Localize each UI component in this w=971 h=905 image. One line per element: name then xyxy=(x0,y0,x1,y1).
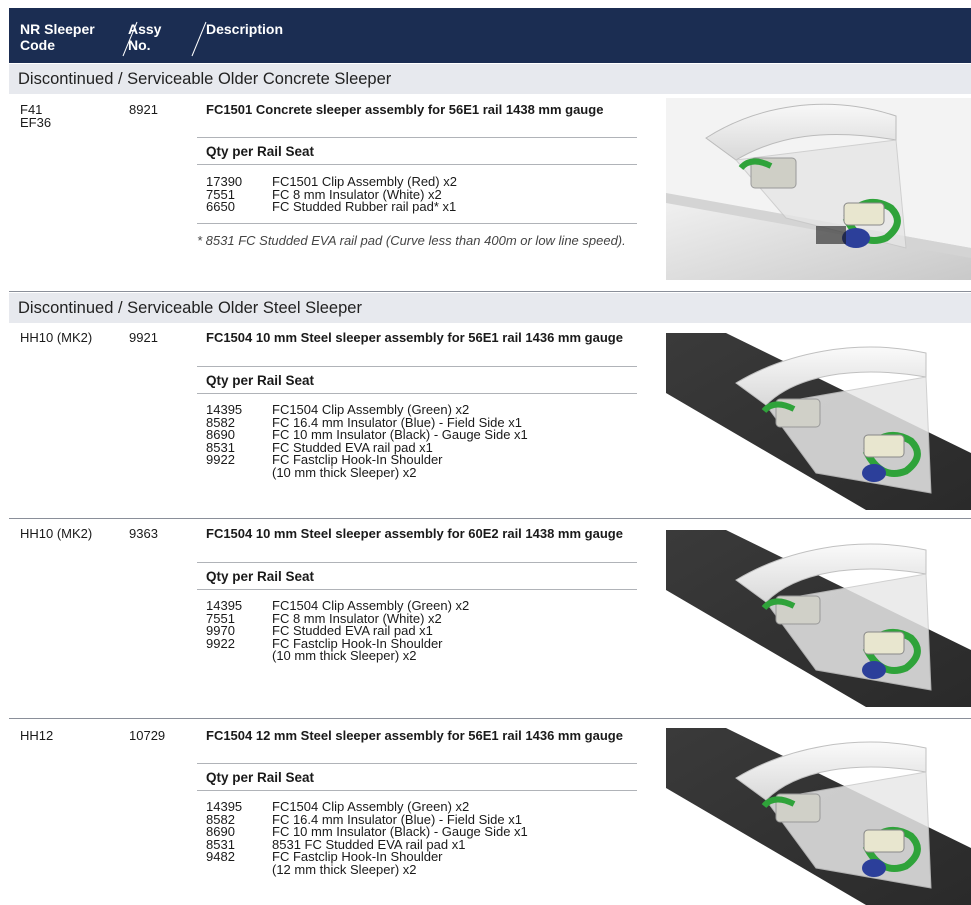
list-item: 9922 FC Fastclip Hook-In Shoulder (10 mm … xyxy=(206,452,528,480)
row-divider xyxy=(9,518,971,519)
parts-list: 17390 FC1501 Clip Assembly (Red) x2 7551 F… xyxy=(206,175,457,214)
part-description: FC Studded Rubber rail pad* x1 xyxy=(272,199,457,214)
steel-sleeper-image xyxy=(666,530,971,707)
qty-label: Qty per Rail Seat xyxy=(206,569,315,584)
part-description: FC Fastclip Hook-In Shoulder (10 mm thic… xyxy=(272,452,443,480)
header-description: Description xyxy=(206,21,284,37)
part-number: 9922 xyxy=(206,635,235,651)
steel-sleeper-image xyxy=(666,333,971,510)
qty-header: Qty per Rail Seat xyxy=(197,562,637,590)
part-description: FC Fastclip Hook-In Shoulder (10 mm thic… xyxy=(272,635,443,663)
part-number: 6650 xyxy=(206,199,235,214)
assembly-title: FC1504 12 mm Steel sleeper assembly for … xyxy=(206,728,623,743)
row-divider xyxy=(9,718,971,719)
qty-header: Qty per Rail Seat xyxy=(197,137,637,165)
section-steel: Discontinued / Serviceable Older Steel S… xyxy=(9,293,971,323)
row-divider xyxy=(9,291,971,292)
assy-number: 8921 xyxy=(129,102,158,117)
steel-sleeper-image xyxy=(666,728,971,905)
assy-number: 10729 xyxy=(129,728,166,743)
assy-number: 9363 xyxy=(129,526,158,541)
section-label: Discontinued / Serviceable Older Concret… xyxy=(18,70,392,88)
part-description: FC Fastclip Hook-In Shoulder (12 mm thic… xyxy=(272,849,443,877)
table-header: NR Sleeper Code Assy No. Description xyxy=(9,8,971,63)
list-item: 6650 FC Studded Rubber rail pad* x1 xyxy=(206,199,457,214)
sleeper-code: F41 EF36 xyxy=(20,102,52,130)
footnote-text: * 8531 FC Studded EVA rail pad (Curve le… xyxy=(197,233,626,248)
section-label: Discontinued / Serviceable Older Steel S… xyxy=(18,299,362,317)
header-assy-no: Assy No. xyxy=(128,21,162,53)
assembly-title: FC1504 10 mm Steel sleeper assembly for … xyxy=(206,526,623,541)
header-sleeper-code: NR Sleeper Code xyxy=(20,21,95,53)
parts-list: 14395 FC1504 Clip Assembly (Green) x2 858… xyxy=(206,800,528,877)
assembly-title: FC1501 Concrete sleeper assembly for 56E… xyxy=(206,102,604,117)
qty-header: Qty per Rail Seat xyxy=(197,366,637,394)
sleeper-code: HH10 (MK2) xyxy=(20,526,93,541)
list-item: 9922 FC Fastclip Hook-In Shoulder (10 mm … xyxy=(206,635,469,663)
parts-list: 14395 FC1504 Clip Assembly (Green) x2 858… xyxy=(206,403,528,480)
parts-list: 14395 FC1504 Clip Assembly (Green) x2 755… xyxy=(206,599,469,663)
footnote: * 8531 FC Studded EVA rail pad (Curve le… xyxy=(197,223,637,248)
section-concrete: Discontinued / Serviceable Older Concret… xyxy=(9,64,971,94)
assembly-title: FC1504 10 mm Steel sleeper assembly for … xyxy=(206,330,623,345)
list-item: 9482 FC Fastclip Hook-In Shoulder (12 mm … xyxy=(206,849,528,877)
part-number: 9922 xyxy=(206,452,235,467)
qty-label: Qty per Rail Seat xyxy=(206,144,315,159)
assy-number: 9921 xyxy=(129,330,158,345)
sleeper-code: HH10 (MK2) xyxy=(20,330,93,345)
sleeper-code: HH12 xyxy=(20,728,54,743)
qty-header: Qty per Rail Seat xyxy=(197,763,637,791)
qty-label: Qty per Rail Seat xyxy=(206,373,315,388)
part-number: 9482 xyxy=(206,849,235,864)
qty-label: Qty per Rail Seat xyxy=(206,770,315,785)
concrete-sleeper-image xyxy=(666,98,971,280)
